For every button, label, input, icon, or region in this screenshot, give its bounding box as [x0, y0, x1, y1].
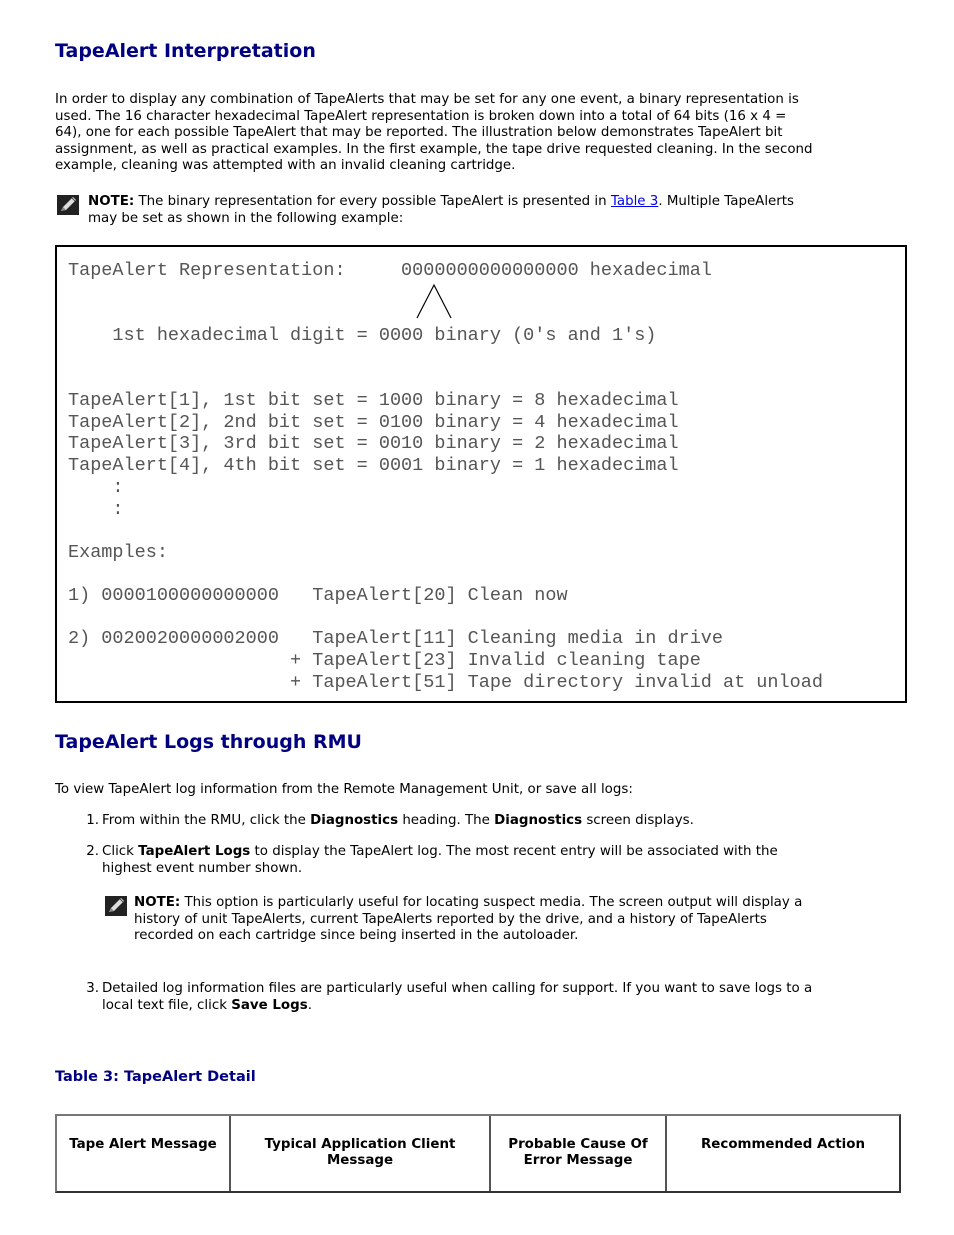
note-text: This option is particularly useful for l… — [180, 895, 803, 910]
step-text: Detailed log information files are parti… — [102, 981, 813, 996]
table-header-row: Tape Alert Message Typical Application C… — [57, 1116, 899, 1191]
step-text: Click — [102, 844, 139, 859]
figure-line-bit2: TapeAlert[2], 2nd bit set = 0100 binary … — [68, 412, 679, 433]
save-logs-label: Save Logs — [231, 997, 308, 1013]
note-suspect-media: NOTE: This option is particularly useful… — [105, 895, 905, 945]
section-heading-tapealert-logs: TapeAlert Logs through RMU — [55, 731, 362, 753]
step-number: 2. — [86, 844, 99, 859]
step-text: heading. The — [398, 813, 495, 828]
step-text: From within the RMU, click the — [102, 813, 311, 828]
column-header-tape-alert-message: Tape Alert Message — [57, 1116, 231, 1191]
note-label: NOTE: — [88, 194, 135, 209]
figure-line-example2: 2) 0020020000002000 TapeAlert[11] Cleani… — [68, 628, 724, 649]
note-text: . Multiple TapeAlerts — [658, 194, 795, 209]
pencil-note-icon — [105, 896, 127, 916]
note-text: recorded on each cartridge since being i… — [134, 928, 579, 944]
step-number: 3. — [86, 981, 99, 996]
paragraph-line: example, cleaning was attempted with an … — [55, 158, 516, 174]
step-text: screen displays. — [582, 813, 694, 828]
note-label: NOTE: — [134, 895, 181, 910]
paragraph-line: 64), one for each possible TapeAlert tha… — [55, 125, 783, 141]
digit-expansion-caret-icon — [416, 283, 452, 319]
note-text: The binary representation for every poss… — [134, 194, 611, 209]
table3-link[interactable]: Table 3 — [611, 194, 658, 209]
note-table3: NOTE: The binary representation for ever… — [57, 194, 907, 227]
tapealert-logs-label: TapeAlert Logs — [138, 844, 251, 859]
intro-paragraph: In order to display any combination of T… — [55, 92, 905, 175]
figure-line-bit1: TapeAlert[1], 1st bit set = 1000 binary … — [68, 390, 679, 411]
note-text-line2: may be set as shown in the following exa… — [88, 210, 404, 226]
step-number: 1. — [86, 813, 99, 828]
paragraph-line: assignment, as well as practical example… — [55, 141, 813, 157]
section-heading-tapealert-interpretation: TapeAlert Interpretation — [55, 40, 316, 62]
step-text: highest event number shown. — [102, 860, 303, 876]
step-text: . — [307, 997, 312, 1013]
tapealert-representation-figure: TapeAlert Representation: 00000000000000… — [55, 245, 907, 703]
figure-line-ellipsis: : — [68, 499, 124, 520]
figure-line-example2-cont: + TapeAlert[23] Invalid cleaning tape — [68, 650, 701, 671]
pencil-note-icon — [57, 195, 79, 215]
figure-line-examples: Examples: — [68, 542, 168, 563]
note-text: history of unit TapeAlerts, current Tape… — [134, 911, 767, 927]
figure-line-representation: TapeAlert Representation: 00000000000000… — [68, 260, 712, 281]
step-text: local text file, click — [102, 997, 232, 1013]
column-header-probable-cause: Probable Cause Of Error Message — [491, 1116, 667, 1191]
figure-line-example2-cont: + TapeAlert[51] Tape directory invalid a… — [68, 672, 823, 693]
figure-line-example1: 1) 0000100000000000 TapeAlert[20] Clean … — [68, 585, 568, 606]
step-text: to display the TapeAlert log. The most r… — [250, 844, 778, 859]
column-header-application-client-message: Typical Application Client Message — [231, 1116, 491, 1191]
diagnostics-label: Diagnostics — [494, 813, 583, 828]
figure-line-bit3: TapeAlert[3], 3rd bit set = 0010 binary … — [68, 433, 679, 454]
diagnostics-label: Diagnostics — [310, 813, 399, 828]
paragraph-line: used. The 16 character hexadecimal TapeA… — [55, 108, 787, 124]
table3-caption: Table 3: TapeAlert Detail — [55, 1069, 256, 1085]
tapealert-detail-table: Tape Alert Message Typical Application C… — [55, 1114, 901, 1193]
logs-intro-paragraph: To view TapeAlert log information from t… — [55, 782, 633, 797]
figure-line-bit4: TapeAlert[4], 4th bit set = 0001 binary … — [68, 455, 679, 476]
figure-line-ellipsis: : — [68, 477, 124, 498]
figure-line-first-digit: 1st hexadecimal digit = 0000 binary (0's… — [68, 325, 657, 346]
paragraph-line: In order to display any combination of T… — [55, 92, 799, 107]
column-header-recommended-action: Recommended Action — [701, 1137, 865, 1152]
